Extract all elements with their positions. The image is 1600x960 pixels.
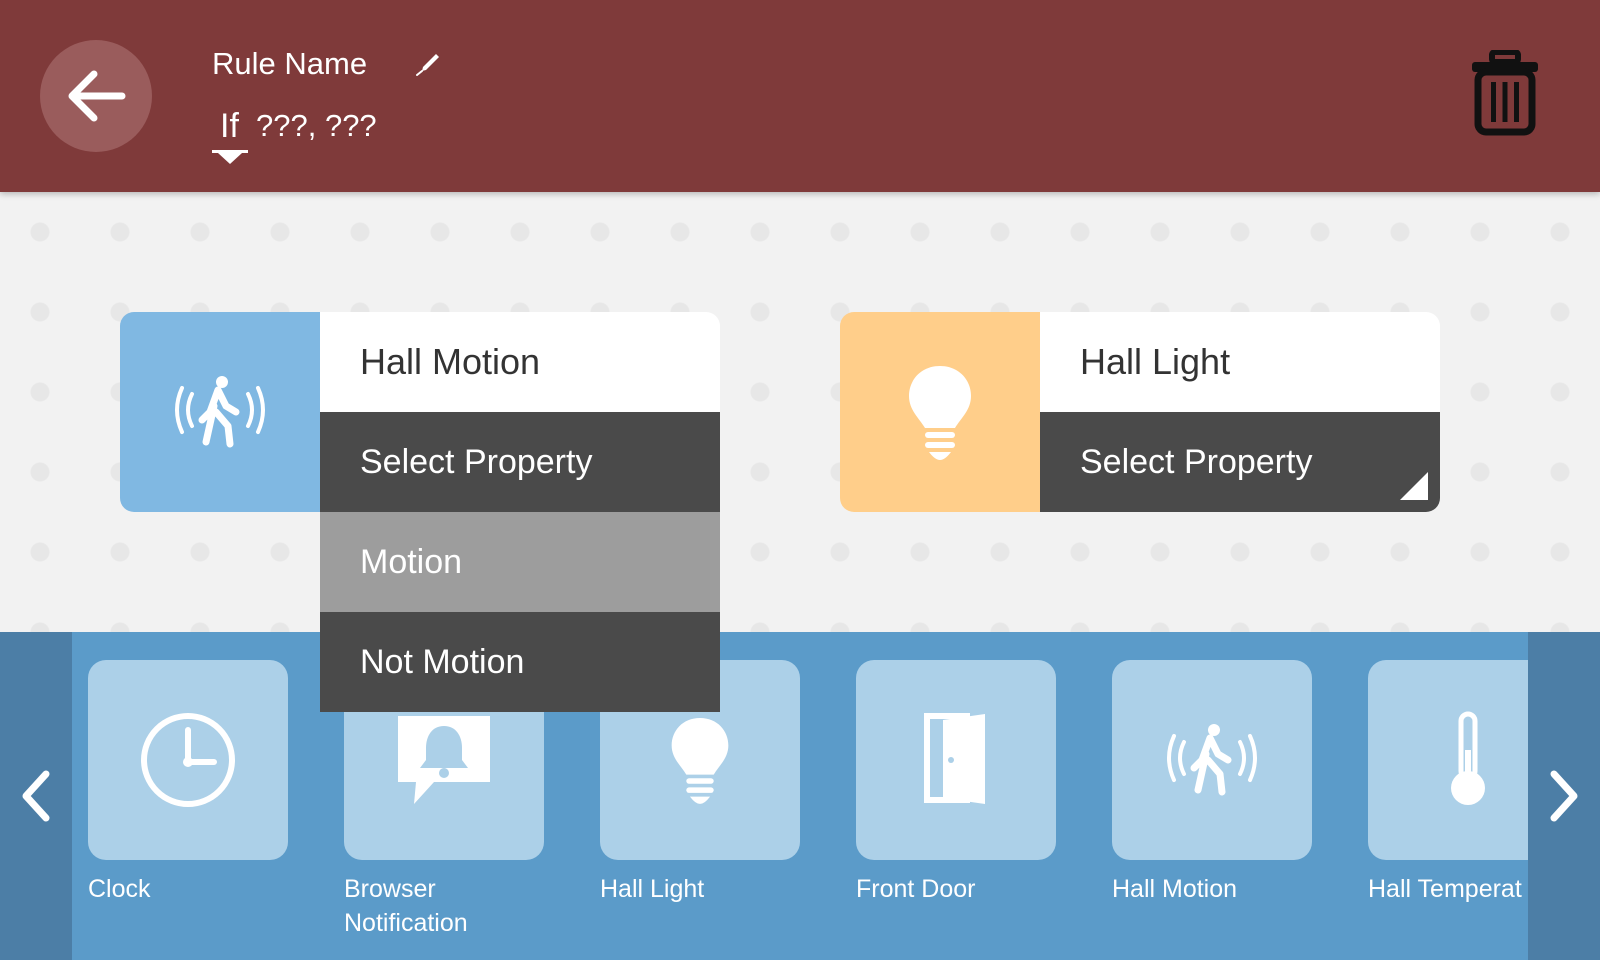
door-icon	[924, 713, 985, 804]
palette-tile	[1368, 660, 1528, 860]
block-icon-area	[840, 312, 1040, 512]
trigger-keyword: If	[220, 107, 239, 145]
block-icon-area	[120, 312, 320, 512]
light-bulb-icon	[671, 717, 729, 804]
property-select[interactable]: Select Property	[1040, 412, 1440, 512]
palette-item-label: Hall Light	[600, 875, 705, 903]
clock-icon	[141, 713, 235, 807]
palette-item-label: Front Door	[856, 875, 976, 903]
back-button[interactable]	[40, 40, 152, 152]
trigger-device-block[interactable]: Hall Motion Select Property Motion Not M…	[120, 312, 720, 712]
trigger-type-dropdown[interactable]: If	[212, 104, 250, 164]
rule-header: Rule Name If ???, ???	[0, 0, 1600, 192]
palette-item-hall-temperature[interactable]: Hall Temperat	[1368, 660, 1528, 906]
palette-tile	[856, 660, 1056, 860]
palette-track: Clock Browser Notification Hall Light Fr…	[72, 632, 1528, 960]
palette-prev-button[interactable]	[0, 632, 72, 960]
notification-bell-icon	[398, 716, 490, 804]
palette-item-hall-motion[interactable]: Hall Motion	[1112, 660, 1312, 906]
rule-name-title[interactable]: Rule Name	[212, 44, 367, 84]
block-device-name: Hall Motion	[320, 312, 720, 412]
dropdown-option-not-motion[interactable]: Not Motion	[320, 612, 720, 712]
palette-item-label: Browser Notification	[344, 875, 468, 937]
motion-sensor-icon	[1167, 724, 1257, 796]
palette-tile	[1112, 660, 1312, 860]
palette-item-front-door[interactable]: Front Door	[856, 660, 1056, 906]
chevron-right-icon	[1550, 770, 1578, 822]
chevron-left-icon	[22, 770, 50, 822]
trash-icon[interactable]	[1470, 50, 1540, 136]
palette-next-button[interactable]	[1528, 632, 1600, 960]
palette-item-label: Hall Temperat	[1368, 875, 1522, 903]
palette-item-label: Hall Motion	[1112, 875, 1238, 903]
palette-item-label: Clock	[88, 875, 151, 903]
palette-tile	[88, 660, 288, 860]
rule-summary-text: ???, ???	[256, 108, 377, 143]
dropdown-option-motion[interactable]: Motion	[320, 512, 720, 612]
light-bulb-icon	[909, 366, 971, 460]
pencil-edit-icon[interactable]	[414, 50, 442, 78]
property-select[interactable]: Select Property	[320, 412, 720, 512]
motion-sensor-icon	[175, 376, 265, 448]
effect-device-block[interactable]: Hall Light Select Property	[840, 312, 1440, 512]
block-device-name: Hall Light	[1040, 312, 1440, 412]
caret-down-icon	[218, 153, 242, 164]
arrow-left-icon	[68, 70, 126, 122]
property-select-label: Select Property	[1080, 443, 1313, 481]
thermometer-icon	[1451, 711, 1485, 805]
palette-item-clock[interactable]: Clock	[88, 660, 288, 906]
device-palette: Clock Browser Notification Hall Light Fr…	[0, 632, 1600, 960]
dropdown-corner-icon	[1400, 472, 1428, 500]
